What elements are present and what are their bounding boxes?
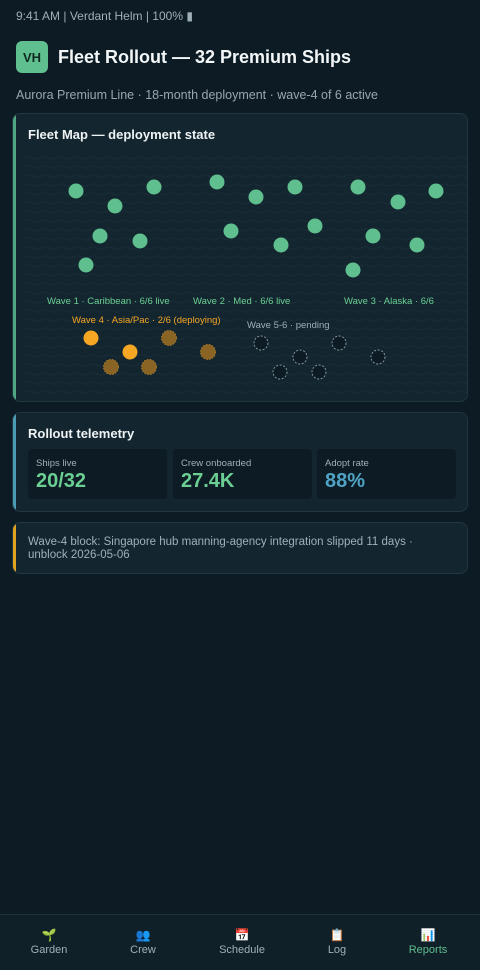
- ship-marker-wave-3[interactable]: [428, 183, 444, 199]
- ship-marker-wave-4[interactable]: [103, 359, 119, 375]
- sprout-icon: 🌱: [41, 928, 57, 942]
- ship-marker-wave-2[interactable]: [287, 179, 303, 195]
- fleet-map: Wave 1 · Caribbean · 6/6 live Wave 2 · M…: [24, 156, 467, 394]
- wave-3-label: Wave 3 · Alaska · 6/6: [344, 296, 434, 307]
- wave-line: [24, 381, 467, 385]
- metric-label: Crew onboarded: [181, 458, 252, 469]
- ship-marker-wave-3[interactable]: [350, 179, 366, 195]
- wave-line: [24, 237, 467, 241]
- people-icon: 👥: [135, 928, 151, 942]
- page-title: Fleet Rollout — 32 Premium Ships: [58, 46, 352, 67]
- tab-label: Garden: [30, 944, 68, 956]
- avatar[interactable]: VH: [16, 41, 48, 73]
- wave-line: [24, 165, 467, 169]
- metric-label: Ships live: [36, 458, 77, 469]
- ship-marker-wave-4[interactable]: [200, 344, 216, 360]
- wave-2-label: Wave 2 · Med · 6/6 live: [193, 296, 290, 307]
- metric-adopt-rate[interactable]: Adopt rate 88%: [317, 449, 456, 499]
- ship-markers: [68, 174, 444, 380]
- tab-label: Crew: [130, 944, 156, 956]
- ship-marker-wave-2[interactable]: [307, 218, 323, 234]
- ship-marker-wave-3[interactable]: [345, 262, 361, 278]
- ship-marker-wave-5[interactable]: [253, 335, 269, 351]
- ship-marker-wave-2[interactable]: [223, 223, 239, 239]
- ship-marker-wave-4[interactable]: [161, 330, 177, 346]
- wave-line: [24, 372, 467, 376]
- sea-waves: [24, 156, 467, 394]
- bottom-tab-bar: 🌱 Garden 👥 Crew 📅 Schedule 📋 Log 📊 Repor…: [0, 914, 480, 970]
- ship-marker-wave-1[interactable]: [107, 198, 123, 214]
- metric-label: Adopt rate: [325, 458, 369, 469]
- tab-crew[interactable]: 👥 Crew: [95, 915, 191, 970]
- fleet-map-title: Fleet Map — deployment state: [28, 127, 216, 142]
- ship-marker-wave-4[interactable]: [141, 359, 157, 375]
- wave-line: [24, 354, 467, 358]
- calendar-icon: 📅: [234, 928, 250, 942]
- wave-line: [24, 273, 467, 277]
- ship-marker-wave-4[interactable]: [83, 330, 99, 346]
- ship-marker-wave-1[interactable]: [68, 183, 84, 199]
- ship-marker-wave-5[interactable]: [292, 349, 308, 365]
- tab-label: Schedule: [219, 944, 265, 956]
- wave-line: [24, 228, 467, 232]
- telemetry-title: Rollout telemetry: [28, 426, 135, 441]
- tab-garden[interactable]: 🌱 Garden: [1, 915, 97, 970]
- ship-marker-wave-5[interactable]: [272, 364, 288, 380]
- wave-line: [24, 309, 467, 313]
- telemetry-card: Rollout telemetry Ships live 20/32 Crew …: [12, 412, 468, 512]
- card-accent: [13, 523, 16, 573]
- wave-line: [24, 156, 467, 160]
- ship-marker-wave-1[interactable]: [78, 257, 94, 273]
- metric-value: 88%: [325, 470, 366, 492]
- metric-value: 27.4K: [181, 470, 235, 492]
- wave-1-label: Wave 1 · Caribbean · 6/6 live: [47, 296, 170, 307]
- ship-marker-wave-5[interactable]: [331, 335, 347, 351]
- ship-marker-wave-2[interactable]: [209, 174, 225, 190]
- alert-text: Wave-4 block: Singapore hub manning-agen…: [28, 536, 413, 561]
- ship-marker-wave-3[interactable]: [409, 237, 425, 253]
- ship-marker-wave-1[interactable]: [92, 228, 108, 244]
- ship-marker-wave-1[interactable]: [146, 179, 162, 195]
- tab-label: Reports: [408, 944, 448, 956]
- wave-4-label: Wave 4 · Asia/Pac · 2/6 (deploying): [72, 315, 221, 326]
- ship-marker-wave-5[interactable]: [370, 349, 386, 365]
- wave-line: [24, 219, 467, 223]
- tab-log[interactable]: 📋 Log: [289, 915, 385, 970]
- wave-line: [24, 390, 467, 394]
- ship-marker-wave-2[interactable]: [273, 237, 289, 253]
- wave-labels: Wave 1 · Caribbean · 6/6 live Wave 2 · M…: [47, 296, 434, 331]
- fleet-map-card: Wave 1 · Caribbean · 6/6 live Wave 2 · M…: [12, 113, 468, 402]
- wave-line: [24, 291, 467, 295]
- wave-line: [24, 255, 467, 259]
- wave-line: [24, 183, 467, 187]
- status-bar: 9:41 AM | Verdant Helm | 100% ▮: [16, 9, 193, 23]
- metric-ships-live[interactable]: Ships live 20/32: [28, 449, 167, 499]
- page-subtitle: Aurora Premium Line · 18-month deploymen…: [16, 88, 378, 102]
- ship-marker-wave-3[interactable]: [390, 194, 406, 210]
- ship-marker-wave-2[interactable]: [248, 189, 264, 205]
- wave-line: [24, 363, 467, 367]
- app-header: VH Fleet Rollout — 32 Premium Ships: [16, 41, 351, 73]
- ship-marker-wave-5[interactable]: [311, 364, 327, 380]
- ship-marker-wave-1[interactable]: [132, 233, 148, 249]
- tab-reports[interactable]: 📊 Reports: [380, 915, 476, 970]
- ship-marker-wave-3[interactable]: [365, 228, 381, 244]
- metric-value: 20/32: [36, 470, 87, 492]
- wave-line: [24, 345, 467, 349]
- tab-schedule[interactable]: 📅 Schedule: [194, 915, 290, 970]
- wave-line: [24, 282, 467, 286]
- card-accent: [13, 413, 16, 511]
- tab-label: Log: [327, 944, 347, 956]
- ship-marker-wave-4[interactable]: [122, 344, 138, 360]
- metric-crew-onboarded[interactable]: Crew onboarded 27.4K: [173, 449, 312, 499]
- wave-line: [24, 246, 467, 250]
- clipboard-icon: 📋: [329, 928, 345, 942]
- bar-chart-icon: 📊: [420, 928, 436, 942]
- wave-line: [24, 192, 467, 196]
- wave-5-6-label: Wave 5-6 · pending: [247, 320, 330, 331]
- wave-4-block-alert[interactable]: Wave-4 block: Singapore hub manning-agen…: [12, 522, 468, 574]
- wave-line: [24, 174, 467, 178]
- wave-line: [24, 210, 467, 214]
